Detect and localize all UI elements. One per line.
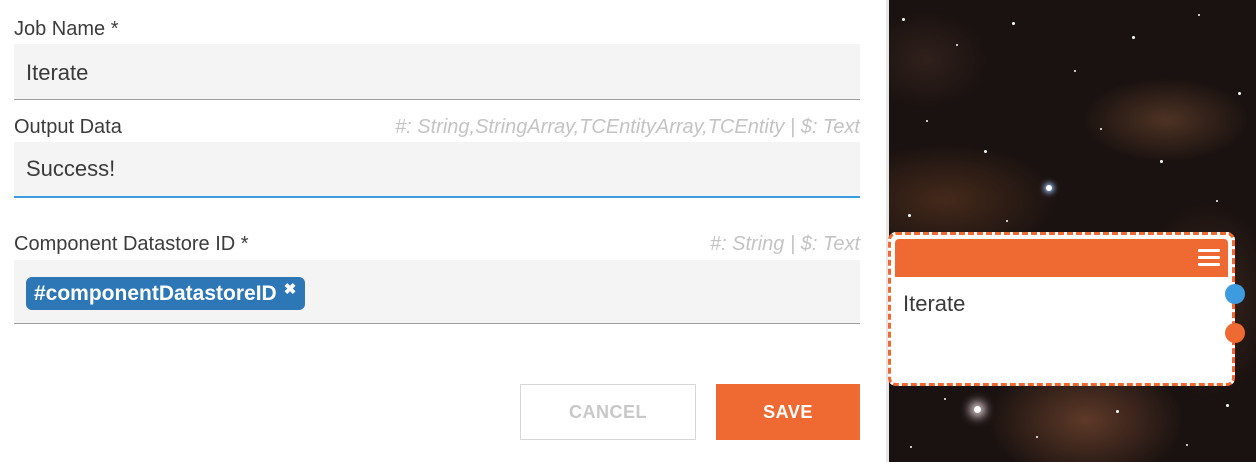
- datastore-id-type-hint: #: String | $: Text: [709, 233, 860, 255]
- cancel-button[interactable]: CANCEL: [520, 384, 696, 440]
- star: [1074, 70, 1076, 72]
- save-button[interactable]: SAVE: [716, 384, 860, 440]
- star: [1238, 92, 1241, 95]
- star: [974, 406, 981, 413]
- variable-chip-label: #componentDatastoreID: [34, 281, 277, 305]
- output-data-field[interactable]: Success!: [14, 142, 860, 198]
- job-form: Job Name * Iterate Output Data #: String…: [0, 0, 886, 462]
- output-data-value[interactable]: Success!: [26, 156, 115, 182]
- star: [1186, 444, 1188, 446]
- output-data-type-hint: #: String,StringArray,TCEntityArray,TCEn…: [395, 116, 860, 138]
- success-port-icon[interactable]: [1225, 284, 1245, 304]
- menu-icon-bar: [1198, 249, 1220, 252]
- menu-icon-bar: [1198, 263, 1220, 266]
- star: [926, 120, 928, 122]
- star: [956, 44, 958, 46]
- variable-chip: #componentDatastoreID ✖: [26, 277, 306, 310]
- datastore-id-field[interactable]: #componentDatastoreID ✖: [14, 260, 860, 324]
- star: [1036, 436, 1038, 438]
- star: [1198, 14, 1200, 16]
- star: [1116, 410, 1119, 413]
- job-name-field[interactable]: Iterate: [14, 44, 860, 100]
- star: [1006, 220, 1008, 222]
- star: [1012, 22, 1015, 25]
- star: [1046, 185, 1052, 191]
- star: [910, 446, 912, 448]
- failure-port-icon[interactable]: [1225, 323, 1245, 343]
- workflow-canvas[interactable]: [886, 0, 1256, 462]
- node-title: Iterate: [903, 291, 966, 316]
- star: [1160, 160, 1163, 163]
- workflow-node[interactable]: Iterate: [888, 232, 1235, 386]
- datastore-id-label: Component Datastore ID *: [14, 233, 249, 255]
- output-data-label: Output Data: [14, 116, 122, 138]
- job-name-value[interactable]: Iterate: [26, 60, 88, 86]
- node-header[interactable]: [895, 239, 1228, 277]
- star: [908, 214, 911, 217]
- canvas-divider: [886, 0, 889, 462]
- star: [1132, 36, 1135, 39]
- hamburger-menu-icon[interactable]: [1198, 249, 1220, 267]
- job-name-label: Job Name *: [14, 18, 119, 40]
- star: [984, 150, 987, 153]
- star: [902, 18, 905, 21]
- menu-icon-bar: [1198, 256, 1220, 259]
- star: [1226, 404, 1229, 407]
- star: [944, 398, 946, 400]
- star: [1216, 200, 1218, 202]
- remove-chip-icon[interactable]: ✖: [284, 280, 297, 298]
- star: [1100, 128, 1102, 130]
